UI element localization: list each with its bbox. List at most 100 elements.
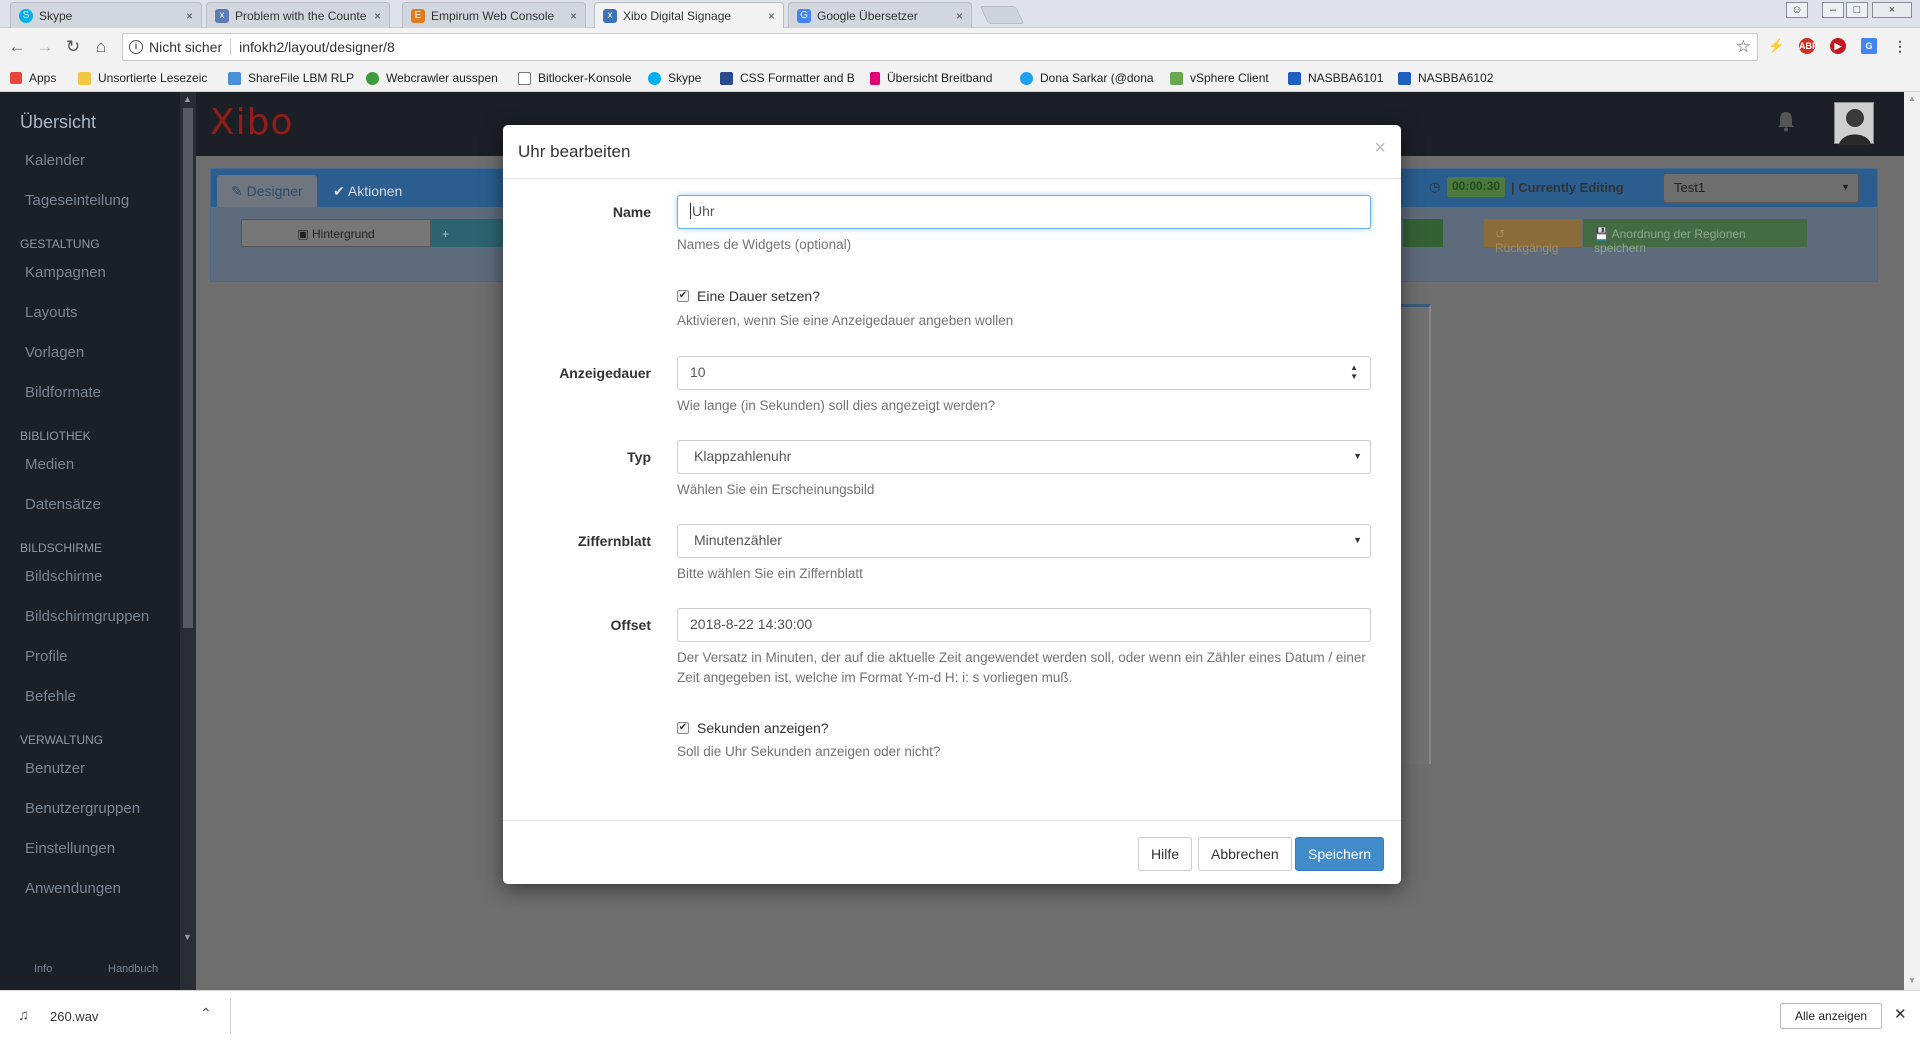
browser-tab[interactable]: S Skype × (10, 2, 202, 28)
bookmark-item[interactable]: ShareFile LBM RLP (228, 71, 354, 85)
checkbox-checked-icon[interactable]: ✔ (677, 290, 689, 302)
sidebar-item[interactable]: Layouts (25, 304, 78, 321)
sidebar-info-link[interactable]: Info (34, 963, 52, 975)
scroll-up-icon[interactable]: ▲ (1908, 94, 1916, 103)
maximize-button[interactable]: □ (1846, 2, 1868, 18)
url-field[interactable]: i Nicht sicher infokh2/layout/designer/8… (122, 33, 1758, 61)
green-action-button[interactable] (1403, 219, 1443, 247)
sidebar-item[interactable]: Bildschirme (25, 568, 103, 585)
sidebar-item[interactable]: Benutzergruppen (25, 800, 140, 817)
offset-field[interactable]: 2018-8-22 14:30:00 (677, 608, 1371, 642)
chevron-up-icon[interactable]: ⌃ (200, 1005, 212, 1022)
scrollbar-thumb[interactable] (183, 108, 193, 628)
sidebar-item[interactable]: Kampagnen (25, 264, 106, 281)
scroll-up-icon[interactable]: ▲ (183, 94, 192, 104)
name-field[interactable]: Uhr (677, 195, 1371, 229)
close-icon[interactable]: × (956, 9, 963, 23)
page-scrollbar[interactable]: ▲ ▼ (1904, 92, 1920, 990)
browser-tab[interactable]: G Google Übersetzer × (788, 2, 972, 28)
menu-icon[interactable]: ⋮ (1892, 38, 1908, 54)
sidebar-item[interactable]: Vorlagen (25, 344, 84, 361)
bookmark-apps[interactable]: Apps (10, 71, 56, 85)
back-icon[interactable]: ← (6, 36, 28, 58)
sidebar-item[interactable]: Kalender (25, 152, 85, 169)
cancel-button[interactable]: Abbrechen (1198, 837, 1292, 871)
clock-face-select[interactable]: Minutenzähler ▼ (677, 524, 1371, 558)
close-icon[interactable]: × (768, 9, 775, 23)
bookmark-item[interactable]: Bitlocker-Konsole (518, 71, 631, 85)
name-label: Name (612, 204, 651, 220)
background-button[interactable]: ▣ Hintergrund (241, 219, 431, 247)
close-icon[interactable]: ✕ (1894, 1005, 1907, 1023)
translate-extension-icon[interactable]: G (1861, 38, 1877, 54)
help-button[interactable]: Hilfe (1138, 837, 1193, 871)
flash-extension-icon[interactable]: ⚡ (1768, 38, 1784, 54)
info-icon[interactable]: i (129, 40, 143, 54)
sidebar-scrollbar[interactable]: ▲ ▼ (180, 92, 196, 990)
sidebar-item[interactable]: Befehle (25, 688, 76, 705)
sidebar-manual-link[interactable]: Handbuch (108, 963, 158, 975)
sidebar-item[interactable]: Bildschirmgruppen (25, 608, 149, 625)
bookmark-item[interactable]: vSphere Client (1170, 71, 1269, 85)
bookmark-item[interactable]: Dona Sarkar (@dona (1020, 71, 1154, 85)
sidebar-item[interactable]: Tageseinteilung (25, 192, 129, 209)
xibo-logo[interactable]: Xibo (210, 102, 294, 143)
close-icon[interactable]: × (186, 9, 193, 23)
sidebar-item[interactable]: Benutzer (25, 760, 85, 777)
tab-designer[interactable]: ✎ Designer (217, 175, 317, 207)
show-all-button[interactable]: Alle anzeigen (1780, 1003, 1883, 1029)
adblock-extension-icon[interactable]: ABP (1799, 38, 1818, 54)
duration-stepper[interactable]: 10 ▲ ▼ (677, 356, 1371, 390)
checkbox-checked-icon[interactable]: ✔ (677, 722, 689, 734)
bell-icon[interactable] (1776, 110, 1796, 132)
bookmark-star-icon[interactable]: ☆ (1736, 37, 1751, 57)
type-select[interactable]: Klappzahlenuhr ▼ (677, 440, 1371, 474)
forward-icon[interactable]: → (34, 36, 56, 58)
url-text[interactable]: infokh2/layout/designer/8 (239, 39, 1736, 55)
sidebar-title[interactable]: Übersicht (20, 112, 96, 133)
browser-tab[interactable]: x Problem with the Counte × (206, 2, 390, 28)
home-icon[interactable]: ⌂ (90, 36, 112, 58)
tab-actions[interactable]: ✔ Aktionen (319, 175, 416, 207)
close-icon[interactable]: × (1374, 137, 1386, 160)
minimize-button[interactable]: – (1822, 2, 1844, 18)
browser-tab-active[interactable]: x Xibo Digital Signage × (594, 2, 784, 28)
sidebar-item[interactable]: Einstellungen (25, 840, 115, 857)
sidebar-item[interactable]: Datensätze (25, 496, 101, 513)
xibo-favicon-icon: x (215, 8, 229, 23)
add-region-button[interactable]: + (431, 219, 511, 247)
duration-help: Wie lange (in Sekunden) soll dies angeze… (677, 398, 996, 413)
sidebar-item[interactable]: Bildformate (25, 384, 101, 401)
bookmark-item[interactable]: CSS Formatter and B (720, 71, 855, 85)
show-seconds-checkbox[interactable]: ✔ Sekunden anzeigen? (677, 720, 829, 736)
spinner-arrows-icon[interactable]: ▲ ▼ (1350, 363, 1358, 381)
scroll-down-icon[interactable]: ▼ (183, 932, 192, 942)
layout-select[interactable]: Test1 ▼ (1663, 173, 1859, 203)
download-file-name[interactable]: 260.wav (50, 1009, 98, 1024)
browser-tab[interactable]: E Empirum Web Console × (402, 2, 586, 28)
undo-button[interactable]: ↺ Rückgängig (1484, 219, 1582, 255)
bookmark-item[interactable]: NASBBA6102 (1398, 71, 1493, 85)
sidebar-item[interactable]: Anwendungen (25, 880, 121, 897)
bookmark-item[interactable]: Skype (648, 71, 701, 85)
bookmark-item[interactable]: NASBBA6101 (1288, 71, 1383, 85)
bookmark-item[interactable]: Webcrawler ausspen (366, 71, 498, 85)
new-tab-button[interactable] (979, 6, 1025, 24)
reload-icon[interactable]: ↻ (62, 36, 84, 58)
avatar[interactable] (1834, 102, 1874, 145)
bookmark-folder[interactable]: Unsortierte Lesezeic (78, 71, 207, 85)
sidebar-item[interactable]: Medien (25, 456, 74, 473)
save-button[interactable]: Speichern (1295, 837, 1385, 871)
video-extension-icon[interactable]: ▶ (1830, 38, 1846, 54)
tab-title: Google Übersetzer (817, 8, 918, 23)
scroll-down-icon[interactable]: ▼ (1908, 976, 1916, 985)
window-close-button[interactable]: × (1872, 2, 1912, 18)
close-icon[interactable]: × (570, 9, 577, 23)
save-regions-button[interactable]: 💾 Anordnung der Regionen speichern (1583, 219, 1807, 255)
sidebar-item[interactable]: Profile (25, 648, 68, 665)
set-duration-checkbox[interactable]: ✔ Eine Dauer setzen? (677, 288, 820, 304)
close-icon[interactable]: × (374, 9, 381, 23)
profile-icon[interactable]: ☺ (1786, 2, 1808, 18)
security-indicator[interactable]: Nicht sicher (149, 39, 232, 55)
bookmark-item[interactable]: Übersicht Breitband (870, 71, 992, 85)
